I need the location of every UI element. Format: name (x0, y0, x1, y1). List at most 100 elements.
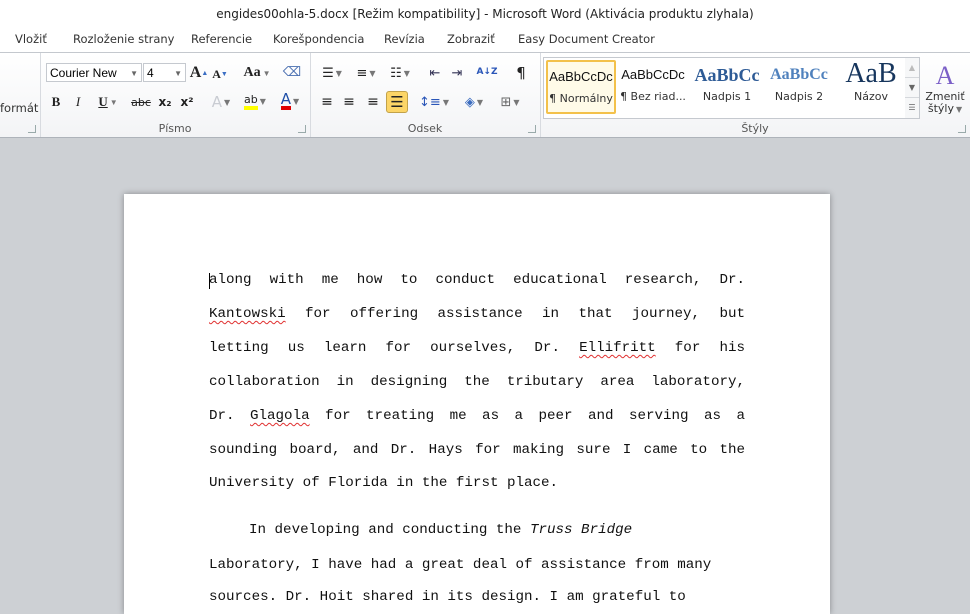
shading-button[interactable]: ◈ ▼ (460, 92, 488, 112)
document-line: In developing and conducting the Truss B… (249, 522, 785, 538)
clipboard-launcher-icon[interactable] (28, 125, 36, 133)
italic-button[interactable]: I (70, 92, 86, 112)
tab-references[interactable]: Referencie (191, 32, 252, 46)
style-name: ¶ Normálny (549, 92, 613, 105)
align-right-button[interactable]: ≡ (364, 92, 382, 112)
misspelled-word[interactable]: Ellifritt (579, 340, 656, 356)
format-painter-button[interactable]: formát (0, 101, 38, 115)
document-line: sounding board, and Dr. Hays for making … (209, 442, 745, 458)
styles-scroll: ▲ ▼ ☰ (905, 57, 920, 119)
paragraph-group-label: Odsek (407, 122, 443, 135)
paragraph-launcher-icon[interactable] (528, 125, 536, 133)
paragraph-group: ☰ ▼ ≡ ▼ ☷ ▼ ⇤ ⇥ A↓Z ¶ ≡ ≡ ≡ ☰ ↕≡ ▼ ◈ ▼ ⊞ ▼ Ods… (310, 53, 541, 137)
change-styles-icon: A (935, 60, 955, 90)
justify-icon: ☰ (390, 93, 404, 111)
font-launcher-icon[interactable] (298, 125, 306, 133)
bold-button[interactable]: B (48, 92, 64, 112)
superscript-button[interactable]: x² (178, 92, 196, 112)
grow-font-icon: A (189, 64, 202, 81)
font-size-combo[interactable]: 4 ▼ (143, 63, 186, 82)
highlight-button[interactable]: ab ▼ (240, 90, 270, 112)
font-group-label: Písmo (158, 122, 192, 135)
increase-indent-button[interactable]: ⇥ (448, 63, 466, 83)
tab-view[interactable]: Zobraziť (447, 32, 495, 46)
text-effects-button[interactable]: A ▼ (208, 92, 234, 112)
multilevel-list-icon: ☷ (390, 65, 402, 81)
clear-formatting-icon: ⌫ (282, 64, 302, 80)
style-heading-1[interactable]: AaBbCc Nadpis 1 (692, 60, 762, 114)
font-name-combo[interactable]: Courier New ▼ (46, 63, 142, 82)
strikethrough-button[interactable]: abc (130, 92, 152, 112)
tab-page-layout[interactable]: Rozloženie strany (73, 32, 174, 46)
clear-formatting-button[interactable]: ⌫ (282, 62, 302, 82)
expand-gallery-icon[interactable]: ☰ (905, 97, 919, 117)
subscript-button[interactable]: x₂ (156, 92, 174, 112)
shrink-font-icon: A (212, 66, 221, 81)
style-name: Nadpis 1 (702, 90, 752, 103)
style-normal[interactable]: AaBbCcDc ¶ Normálny (546, 60, 616, 114)
highlight-icon: ab (244, 93, 258, 110)
sort-button[interactable]: A↓Z (476, 61, 498, 83)
align-left-icon: ≡ (321, 94, 333, 110)
text-effects-icon: A (211, 93, 223, 111)
align-right-icon: ≡ (367, 94, 379, 110)
change-styles-button[interactable]: A Zmeniť štýly ▼ (922, 56, 968, 120)
borders-icon: ⊞ (500, 94, 512, 110)
line-spacing-icon: ↕≡ (419, 94, 441, 110)
borders-button[interactable]: ⊞ ▼ (496, 92, 524, 112)
document-line: Laboratory, I have had a great deal of a… (209, 557, 712, 573)
align-left-button[interactable]: ≡ (318, 92, 336, 112)
document-line: Kantowski for offering assistance in tha… (209, 306, 745, 322)
style-title[interactable]: AaB Názov (836, 60, 906, 114)
show-formatting-marks-button[interactable]: ¶ (513, 63, 529, 83)
style-name: ¶ Bez riad... (620, 90, 686, 103)
strikethrough-icon: abc (131, 95, 151, 109)
font-color-icon: A (280, 90, 292, 110)
misspelled-word[interactable]: Glagola (250, 408, 310, 424)
style-no-spacing[interactable]: AaBbCcDc ¶ Bez riad... (618, 60, 688, 114)
style-preview: AaBbCcDc (621, 67, 685, 82)
scroll-up-icon[interactable]: ▲ (905, 58, 919, 77)
scroll-down-icon[interactable]: ▼ (905, 77, 919, 97)
italic-title: Truss Bridge (529, 522, 633, 538)
line-spacing-button[interactable]: ↕≡ ▼ (419, 92, 449, 112)
document-page[interactable]: along with me how to conduct educational… (124, 194, 830, 614)
multilevel-list-button[interactable]: ☷ ▼ (386, 63, 414, 83)
styles-launcher-icon[interactable] (958, 125, 966, 133)
style-preview: AaBbCcDc (549, 69, 613, 84)
document-line: along with me how to conduct educational… (209, 272, 745, 288)
numbering-button[interactable]: ≡ ▼ (352, 63, 380, 83)
superscript-icon: x² (180, 95, 194, 109)
tab-mailings[interactable]: Korešpondencia (273, 32, 364, 46)
tab-review[interactable]: Revízia (384, 32, 425, 46)
change-case-icon: Aa (243, 65, 261, 80)
tab-insert[interactable]: Vložiť (15, 32, 47, 46)
justify-button[interactable]: ☰ (386, 91, 408, 113)
style-heading-2[interactable]: AaBbCc Nadpis 2 (764, 60, 834, 114)
font-color-button[interactable]: A ▼ (276, 90, 304, 112)
styles-gallery: AaBbCcDc ¶ Normálny AaBbCcDc ¶ Bez riad.… (543, 57, 907, 119)
window-title: engides00ohla-5.docx [Režim kompatibilit… (216, 7, 754, 21)
align-center-icon: ≡ (343, 94, 355, 110)
misspelled-word[interactable]: Kantowski (209, 306, 286, 322)
document-line: Dr. Glagola for treating me as a peer an… (209, 408, 745, 424)
change-case-button[interactable]: Aa ▼ (243, 63, 271, 83)
decrease-indent-icon: ⇤ (429, 65, 441, 81)
underline-button[interactable]: U ▼ (94, 92, 122, 112)
sort-icon: A↓Z (476, 66, 498, 77)
grow-font-button[interactable]: A ▲ (189, 63, 209, 83)
chevron-down-icon: ▼ (130, 69, 138, 78)
bullets-button[interactable]: ☰ ▼ (318, 63, 346, 83)
align-center-button[interactable]: ≡ (340, 92, 358, 112)
italic-icon: I (75, 94, 81, 109)
chevron-down-icon: ▼ (174, 69, 182, 78)
tab-easy-document-creator[interactable]: Easy Document Creator (518, 32, 655, 46)
paint-bucket-icon: ◈ (464, 94, 475, 110)
shrink-font-button[interactable]: A ▼ (212, 65, 228, 83)
style-name: Názov (854, 90, 888, 103)
style-name: Nadpis 2 (774, 90, 824, 103)
document-line: letting us learn for ourselves, Dr. Elli… (209, 340, 745, 356)
decrease-indent-button[interactable]: ⇤ (426, 63, 444, 83)
styles-group-label: Štýly (741, 122, 769, 135)
bold-icon: B (51, 94, 61, 109)
